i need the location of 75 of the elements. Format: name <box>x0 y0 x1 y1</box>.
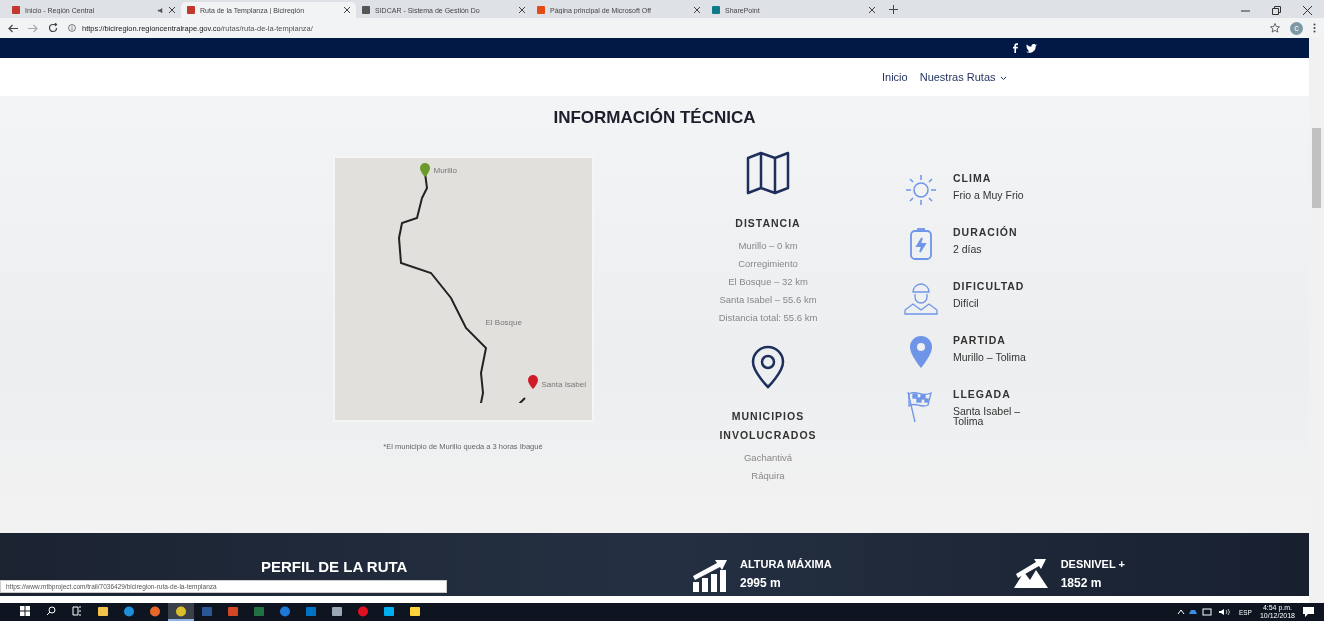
nav-link[interactable]: Inicio <box>882 71 908 83</box>
back-arrow-icon[interactable] <box>8 23 18 33</box>
block-line: El Bosque – 32 km <box>727 275 809 289</box>
stat-value: 2995 m <box>740 576 782 590</box>
folded-map-icon <box>745 150 791 196</box>
app-icon <box>409 605 421 617</box>
search-icon <box>46 606 56 616</box>
map-label: Santa Isabel <box>540 380 587 389</box>
map-label: Murillo <box>432 166 459 175</box>
taskbar-app[interactable] <box>168 603 194 621</box>
app-icon <box>123 605 135 617</box>
fact-title: PARTIDA <box>953 334 1007 346</box>
stat-title: DESNIVEL + <box>1060 558 1125 570</box>
notification-icon[interactable] <box>1303 607 1314 617</box>
block-line: Distancia total: 55.6 km <box>718 311 818 325</box>
fact-title: DIFICULTAD <box>953 280 1026 292</box>
section-title: INFORMACIÓN TÉCNICA <box>553 108 756 128</box>
reload-icon[interactable] <box>48 23 58 33</box>
block-line: Santa Isabel – 55.6 km <box>718 293 818 307</box>
close-icon[interactable] <box>344 7 350 13</box>
close-icon[interactable] <box>519 7 525 13</box>
app-icon <box>97 605 109 617</box>
app-icon <box>305 605 317 617</box>
fact-value: Frio a Muy Frio <box>953 190 1025 200</box>
stat-value: 1852 m <box>1060 576 1103 590</box>
twitter-icon[interactable] <box>1026 43 1037 53</box>
scrollbar-thumb[interactable] <box>1312 128 1321 208</box>
site-favicon <box>712 6 720 14</box>
cyclist-icon <box>903 280 939 316</box>
nav-link[interactable]: Nuestras Rutas <box>919 71 1007 83</box>
site-favicon <box>12 6 20 14</box>
fact-title: DURACIÓN <box>953 226 1019 238</box>
block-title: DISTANCIA <box>734 216 802 231</box>
menu-icon[interactable] <box>1313 23 1316 33</box>
info-icon <box>68 24 76 32</box>
fact-value: 2 días <box>953 244 983 254</box>
app-icon <box>175 605 187 617</box>
tray-icons-drawing <box>1176 608 1231 616</box>
app-icon <box>357 605 369 617</box>
app-icon <box>383 605 395 617</box>
site-favicon <box>187 6 195 14</box>
block-line: Ráquira <box>750 469 786 483</box>
block-line: Murillo – 0 km <box>737 239 799 253</box>
scrollbar[interactable] <box>1309 38 1324 603</box>
profile-title: PERFIL DE LA RUTA <box>261 558 409 575</box>
fact-value: Santa Isabel – Tolima <box>953 406 1022 426</box>
app-icon <box>279 605 291 617</box>
restore-icon[interactable] <box>1272 6 1281 15</box>
block-line: Gachantivá <box>743 451 793 465</box>
fact-value: Murillo – Tolima <box>953 352 1027 362</box>
block-line: Corregimiento <box>737 257 799 271</box>
app-icon <box>331 605 343 617</box>
task-view-icon <box>72 606 82 616</box>
fact-value: Difícil <box>953 298 980 308</box>
stat-title: ALTURA MÁXIMA <box>740 558 832 570</box>
app-icon <box>201 605 213 617</box>
site-favicon <box>537 6 545 14</box>
close-icon[interactable] <box>1303 6 1312 15</box>
site-favicon <box>362 6 370 14</box>
app-icon <box>227 605 239 617</box>
map-label: El Bosque <box>484 318 523 327</box>
fact-title: CLIMA <box>953 172 993 184</box>
fact-title: LLEGADA <box>953 388 1012 400</box>
close-icon[interactable] <box>869 7 875 13</box>
star-icon[interactable] <box>1270 23 1280 33</box>
windows-logo-icon <box>20 606 30 616</box>
location-pin-icon <box>750 345 786 389</box>
app-icon <box>149 605 161 617</box>
close-icon[interactable] <box>694 7 700 13</box>
app-icon <box>253 605 265 617</box>
close-icon[interactable] <box>169 7 175 13</box>
sun-icon <box>903 172 939 208</box>
new-tab-icon[interactable] <box>889 5 898 14</box>
block-title: MUNICIPIOS INVOLUCRADOS <box>718 409 818 443</box>
facebook-icon[interactable] <box>1012 43 1018 53</box>
